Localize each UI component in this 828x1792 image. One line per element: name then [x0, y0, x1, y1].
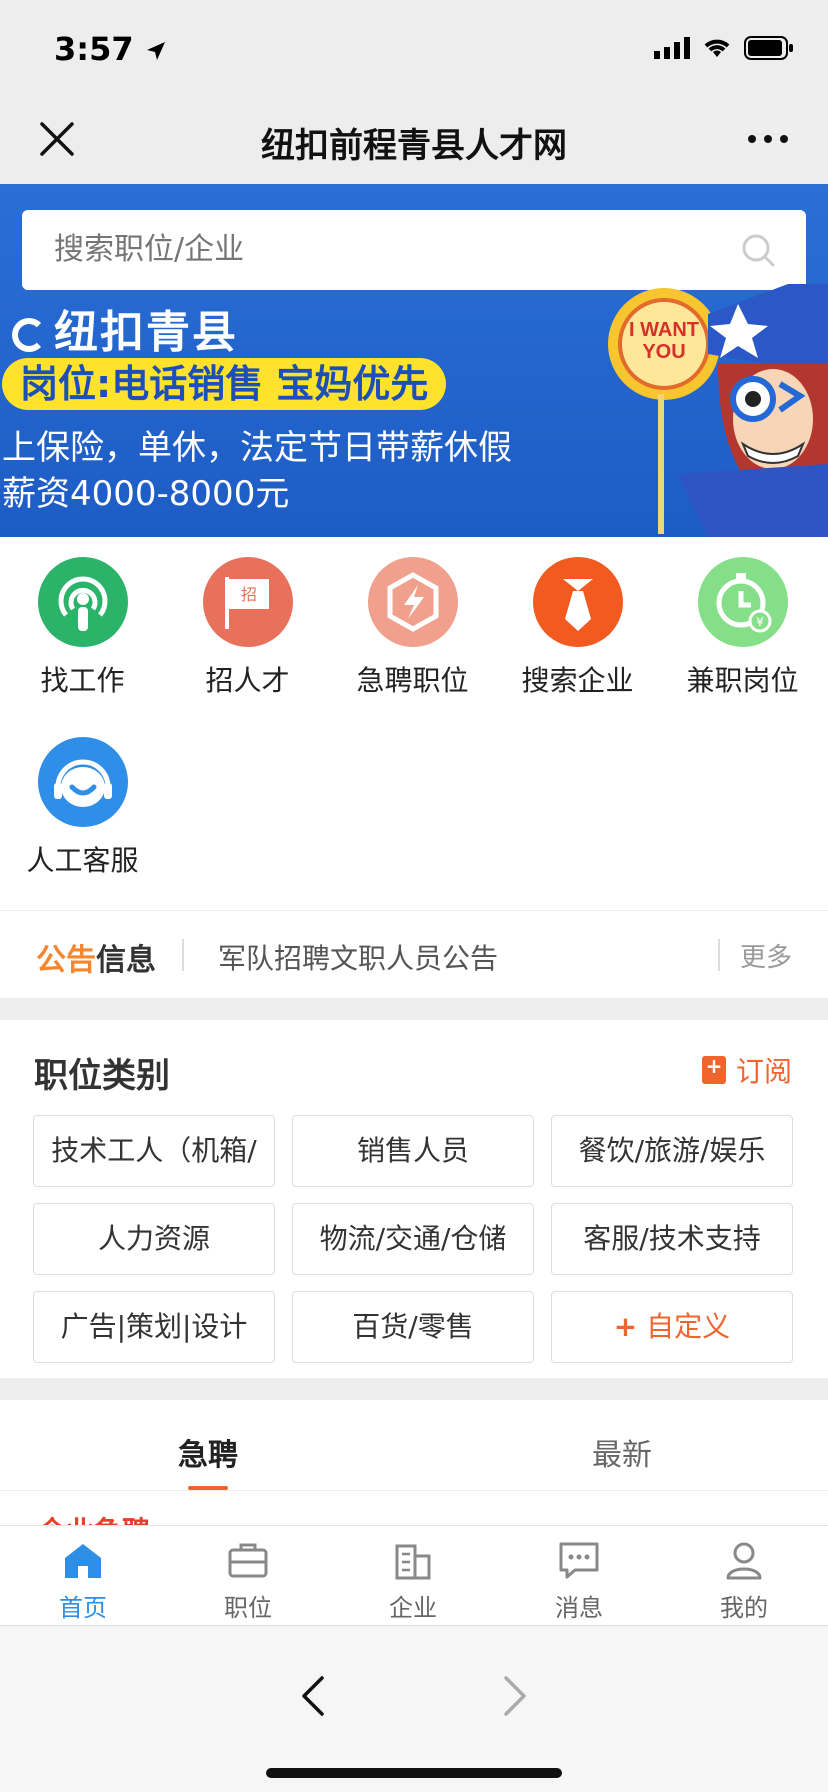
- custom-category-button[interactable]: + 自定义: [551, 1291, 793, 1363]
- category-button[interactable]: 人力资源: [33, 1203, 275, 1275]
- nav-item-jobs[interactable]: 职位: [188, 1540, 308, 1623]
- svg-text:招: 招: [240, 585, 256, 604]
- notice-text[interactable]: 军队招聘文职人员公告: [218, 937, 498, 977]
- nav-label: 消息: [555, 1594, 603, 1622]
- subscribe-button[interactable]: 订阅: [701, 1050, 792, 1090]
- nav-label: 企业: [389, 1594, 437, 1622]
- banner-logo: 纽扣青县: [12, 296, 238, 360]
- status-icons: [654, 36, 794, 60]
- category-button[interactable]: 广告|策划|设计: [33, 1291, 275, 1363]
- home-icon: [65, 1544, 101, 1578]
- headset-smile-icon: [37, 737, 128, 827]
- quick-link-label: 兼职岗位: [686, 664, 799, 697]
- forward-arrow-icon[interactable]: [500, 1674, 530, 1718]
- nav-item-profile[interactable]: 我的: [684, 1540, 804, 1623]
- quick-link-label: 招人才: [205, 664, 290, 697]
- category-button[interactable]: 物流/交通/仓储: [292, 1203, 534, 1275]
- divider: [182, 939, 184, 971]
- notice-bar[interactable]: 公告信息 军队招聘文职人员公告 更多: [0, 910, 828, 998]
- more-options-icon[interactable]: [746, 124, 790, 154]
- custom-category-label: 自定义: [646, 1310, 731, 1343]
- tie-icon: [532, 557, 623, 647]
- battery-icon: [744, 36, 793, 60]
- uncle-sam-illustration: I WANT YOU: [608, 284, 828, 537]
- banner-line1: 上保险，单休，法定节日带薪休假: [2, 428, 512, 468]
- search-box: [22, 210, 806, 290]
- lightning-icon: [367, 557, 458, 647]
- page-title: 纽扣前程青县人才网: [261, 126, 567, 166]
- category-button[interactable]: 餐饮/旅游/娱乐: [551, 1115, 793, 1187]
- search-icon[interactable]: [740, 232, 776, 268]
- quick-link-part-time[interactable]: ¥ 兼职岗位: [660, 557, 825, 699]
- browser-toolbar: [0, 1625, 828, 1792]
- nav-item-companies[interactable]: 企业: [353, 1540, 473, 1623]
- nav-item-messages[interactable]: 消息: [519, 1540, 639, 1623]
- status-time: 3:57: [54, 30, 167, 68]
- banner-logo-text: 纽扣青县: [54, 307, 238, 358]
- clock-yen-icon: ¥: [697, 557, 788, 647]
- divider: [0, 1490, 828, 1491]
- back-arrow-icon[interactable]: [298, 1674, 328, 1718]
- subscribe-label: 订阅: [735, 1055, 792, 1088]
- user-icon: [726, 1542, 762, 1580]
- quick-link-label: 找工作: [40, 664, 125, 697]
- tab-urgent[interactable]: 急聘: [178, 1430, 238, 1474]
- nav-label: 我的: [720, 1594, 768, 1622]
- search-input[interactable]: [54, 210, 704, 290]
- quick-link-label: 人工客服: [26, 844, 139, 877]
- jobs-tabs: 急聘 最新 企业急聘: [0, 1400, 828, 1548]
- divider: [718, 939, 720, 971]
- quick-links-grid: 找工作 招 招人才 急聘职位 搜索企业 ¥ 兼职岗位 人工客服: [0, 537, 828, 910]
- notice-title: 公告信息: [36, 935, 156, 979]
- nav-label: 职位: [224, 1594, 272, 1622]
- quick-link-search-company[interactable]: 搜索企业: [495, 557, 660, 699]
- quick-link-find-job[interactable]: 找工作: [0, 557, 165, 699]
- status-bar: 3:57: [0, 0, 828, 94]
- categories-title: 职位类别: [34, 1056, 170, 1096]
- nav-bar: 纽扣前程青县人才网: [0, 94, 828, 184]
- podcast-person-icon: [37, 557, 128, 647]
- quick-link-recruit[interactable]: 招 招人才: [165, 557, 330, 699]
- banner-tag: 岗位:电话销售 宝妈优先: [2, 358, 447, 410]
- notice-title-b: 信息: [96, 943, 156, 978]
- home-indicator[interactable]: [266, 1768, 562, 1778]
- wifi-icon: [704, 39, 730, 57]
- chat-icon: [559, 1542, 599, 1579]
- location-arrow-icon: [146, 42, 165, 60]
- nav-label: 首页: [59, 1594, 107, 1622]
- svg-text:YOU: YOU: [642, 341, 685, 363]
- nav-item-home[interactable]: 首页: [23, 1540, 143, 1623]
- plus-icon: +: [613, 1310, 638, 1343]
- bookmark-add-icon: [701, 1054, 726, 1084]
- job-categories-card: 职位类别 订阅 技术工人（机箱/ 销售人员 餐饮/旅游/娱乐 人力资源 物流/交…: [0, 1020, 828, 1378]
- category-button[interactable]: 销售人员: [292, 1115, 534, 1187]
- tab-latest[interactable]: 最新: [592, 1430, 652, 1474]
- quick-link-label: 急聘职位: [356, 664, 469, 697]
- briefcase-icon: [228, 1543, 268, 1578]
- recruit-flag-icon: 招: [202, 557, 293, 647]
- promo-banner[interactable]: 纽扣青县 岗位:电话销售 宝妈优先 上保险，单休，法定节日带薪休假 薪资4000…: [0, 184, 828, 537]
- category-button[interactable]: 百货/零售: [292, 1291, 534, 1363]
- svg-text:I WANT: I WANT: [629, 319, 699, 341]
- brand-logo-icon: [12, 318, 46, 352]
- banner-line2: 薪资4000-8000元: [2, 474, 290, 514]
- bottom-navigation: 首页 职位 企业 消息 我的: [0, 1525, 828, 1625]
- quick-link-urgent-jobs[interactable]: 急聘职位: [330, 557, 495, 699]
- cellular-signal-icon: [654, 37, 690, 59]
- notice-title-a: 公告: [36, 943, 96, 978]
- status-time-text: 3:57: [54, 30, 134, 68]
- category-button[interactable]: 客服/技术支持: [551, 1203, 793, 1275]
- building-icon: [395, 1544, 431, 1580]
- svg-text:¥: ¥: [756, 615, 764, 629]
- category-button[interactable]: 技术工人（机箱/: [33, 1115, 275, 1187]
- notice-more-link[interactable]: 更多: [740, 937, 792, 974]
- quick-link-label: 搜索企业: [521, 664, 634, 697]
- quick-link-customer-service[interactable]: 人工客服: [0, 737, 165, 879]
